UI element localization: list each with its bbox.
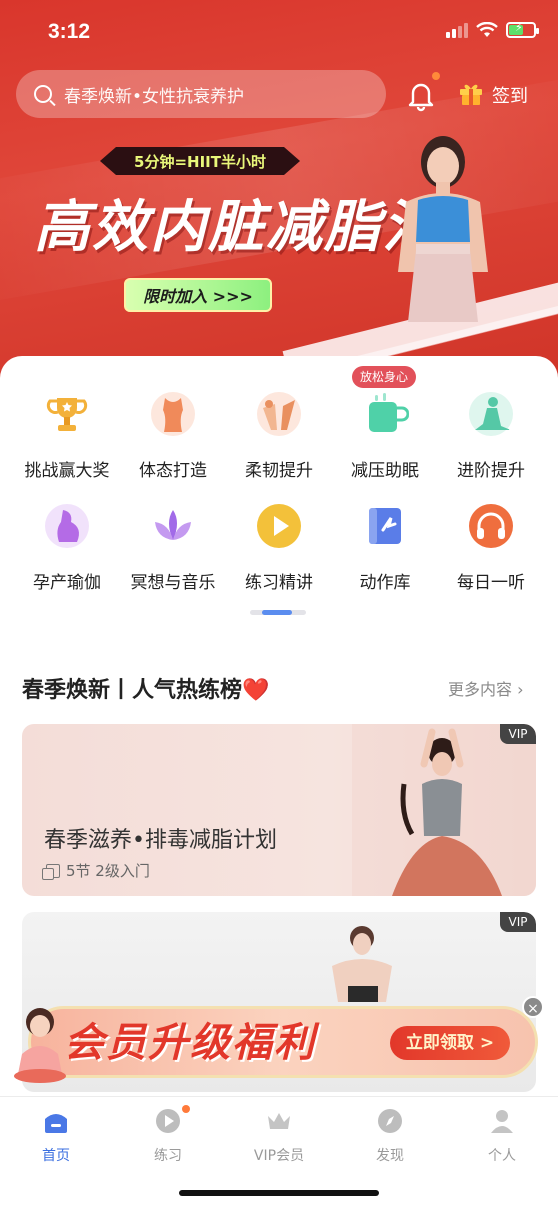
yoga-pose-icon [469,392,513,436]
course-meta-text: 5节 2级入门 [66,862,150,880]
battery-icon [506,21,539,38]
status-icons [446,21,539,38]
category-item-advanced[interactable]: 进阶提升 [436,390,546,481]
book-icon [369,508,401,544]
search-placeholder: 春季焕新•女性抗衰养护 [64,86,245,107]
tab-label: VIP会员 [253,1148,305,1164]
vip-badge: VIP [500,724,536,744]
category-badge: 放松身心 [352,366,417,388]
course-card[interactable]: VIP 春季滋养•排毒减脂计划 5节 2级入门 [22,724,536,896]
play-icon [257,504,301,548]
tab-label: 首页 [42,1148,70,1164]
category-label: 每日一听 [457,573,525,593]
status-bar: 3:12 [0,0,558,64]
tab-label: 个人 [488,1148,516,1164]
wifi-icon [476,22,498,37]
notification-dot [182,1105,190,1113]
status-time: 3:12 [48,20,91,43]
course-card-image [352,724,536,896]
category-item-relax-sleep[interactable]: 减压助眠 [330,390,440,481]
notification-dot [432,72,440,80]
category-label: 练习精讲 [245,573,313,593]
home-indicator [179,1190,379,1196]
search-bar[interactable]: 春季焕新•女性抗衰养护 [16,70,386,118]
banner-join-button[interactable]: 限时加入 >>> [124,278,272,312]
tab-label: 发现 [376,1148,404,1164]
crown-icon [268,1113,290,1129]
banner-tag: 5分钟=HIIT半小时 [100,147,300,175]
banner-model-image [398,136,488,322]
section-title: 春季焕新丨人气热练榜❤️ [22,678,270,703]
lessons-icon [42,863,60,880]
tab-profile[interactable]: 个人 [452,1107,552,1165]
hero-banner[interactable]: 3:12 春季焕新•女性抗衰养护 签到 5分钟=HIIT半小时 [0,0,558,400]
course-meta: 5节 2级入门 [42,860,150,881]
category-label: 动作库 [359,573,411,593]
compass-icon [378,1109,402,1133]
page-indicator-active [262,610,292,615]
home-icon [45,1114,67,1133]
notification-bell-icon[interactable] [404,78,438,112]
category-item-practice-lessons[interactable]: 练习精讲 [224,502,334,593]
upgrade-title: 会员升级福利 [64,1020,316,1066]
category-label: 挑战赢大奖 [24,461,110,481]
vip-badge: VIP [500,912,536,932]
tab-discover[interactable]: 发现 [340,1107,440,1165]
banner-title: 高效内脏减脂法 [34,195,440,260]
claim-now-button[interactable]: 立即领取 > [390,1026,510,1060]
signin-button[interactable]: 签到 [492,82,528,108]
category-item-flexibility[interactable]: 柔韧提升 [224,390,334,481]
tab-home[interactable]: 首页 [6,1107,106,1165]
category-label: 孕产瑜伽 [33,573,101,593]
category-label: 体态打造 [139,461,207,481]
person-icon [491,1110,513,1133]
category-item-prenatal-yoga[interactable]: 孕产瑜伽 [12,502,122,593]
upgrade-mascot-image [14,1008,66,1083]
category-label: 进阶提升 [457,461,525,481]
tab-label: 练习 [154,1148,182,1164]
pregnancy-icon [45,504,89,548]
course-title: 春季滋养•排毒减脂计划 [44,828,277,853]
tab-practice[interactable]: 练习 [118,1107,218,1165]
more-content-link[interactable]: 更多内容 › [448,676,524,700]
vip-upgrade-banner[interactable]: 会员升级福利 立即领取 > × [10,996,544,1084]
category-item-move-library[interactable]: 动作库 [330,502,440,593]
practice-play-icon [156,1109,180,1133]
category-item-posture[interactable]: 体态打造 [118,390,228,481]
close-icon[interactable]: × [522,996,544,1018]
category-item-daily-listen[interactable]: 每日一听 [436,502,546,593]
category-item-meditation-music[interactable]: 冥想与音乐 [118,502,228,593]
category-label: 冥想与音乐 [130,573,216,593]
category-item-challenge[interactable]: 挑战赢大奖 [12,390,122,481]
category-label: 减压助眠 [351,461,419,481]
headphones-icon [469,504,513,548]
cup-icon [369,393,410,432]
cellular-signal-icon [446,22,468,38]
search-icon [34,85,52,103]
tab-vip[interactable]: VIP会员 [229,1107,329,1165]
category-label: 柔韧提升 [245,461,313,481]
gift-icon[interactable] [458,80,484,106]
stretch-icon [257,392,301,436]
trophy-icon [46,398,88,431]
body-shape-icon [151,392,195,436]
lotus-icon [155,510,191,540]
